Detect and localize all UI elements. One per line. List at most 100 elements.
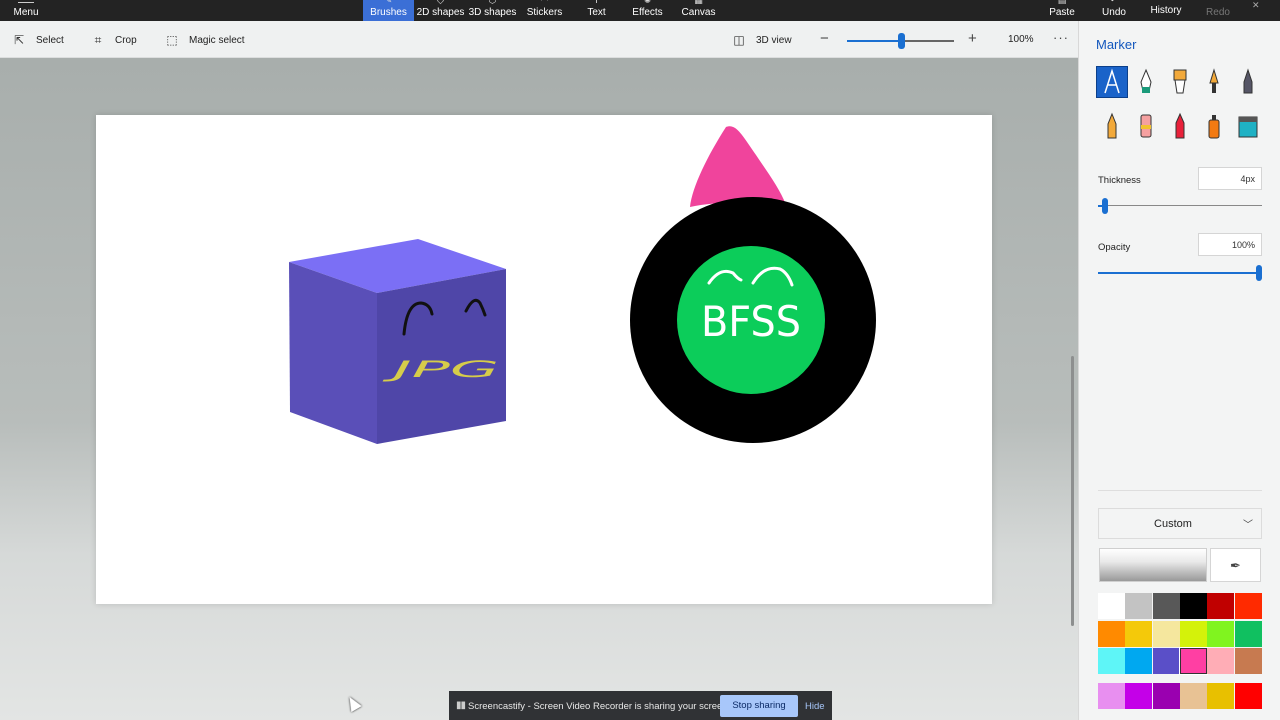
brush-marker[interactable] xyxy=(1096,66,1128,98)
color-swatch[interactable] xyxy=(1125,648,1153,674)
circle-label: BFSS xyxy=(701,297,801,346)
thickness-slider[interactable] xyxy=(1098,198,1262,214)
tab-stickers[interactable]: ◠ Stickers xyxy=(519,0,570,21)
cube-shape[interactable]: JPG xyxy=(289,239,506,444)
hide-banner-link[interactable]: Hide xyxy=(805,701,825,712)
shapes-2d-icon: ◇ xyxy=(437,0,444,5)
stop-sharing-button[interactable]: Stop sharing xyxy=(720,695,798,717)
crop-button[interactable]: ⌗ Crop xyxy=(91,32,137,48)
color-swatch[interactable] xyxy=(1152,620,1180,647)
thickness-input[interactable]: 4px xyxy=(1198,167,1262,190)
color-swatch[interactable] xyxy=(1178,647,1208,675)
thickness-label: Thickness xyxy=(1098,175,1141,186)
color-swatch[interactable] xyxy=(1152,648,1180,674)
crop-icon: ⌗ xyxy=(94,33,102,47)
canvas-artwork: JPG BFSS xyxy=(289,126,876,444)
color-swatch[interactable] xyxy=(1234,648,1262,674)
brush-crayon[interactable] xyxy=(1165,111,1195,141)
tab-2d-shapes[interactable]: ◇ 2D shapes xyxy=(415,0,466,21)
color-mode-select[interactable]: Custom ﹀ xyxy=(1098,508,1262,539)
shapes-3d-icon: ⬡ xyxy=(488,0,497,5)
color-swatch[interactable] xyxy=(1207,648,1235,674)
pixel-pen-icon xyxy=(1243,68,1253,94)
paste-button[interactable]: ▤ Paste xyxy=(1042,0,1082,21)
panel-divider xyxy=(1098,490,1262,491)
text-icon: T xyxy=(593,0,600,5)
brush-eraser[interactable] xyxy=(1131,111,1161,141)
sticker-icon: ◠ xyxy=(540,0,549,5)
eyedropper-button[interactable]: ✒ xyxy=(1210,548,1261,582)
zoom-slider-thumb[interactable] xyxy=(898,33,905,49)
undo-button[interactable]: ↶ Undo xyxy=(1094,0,1134,21)
tab-brushes[interactable]: ✎ Brushes xyxy=(363,0,414,21)
magic-select-button[interactable]: ⬚ Magic select xyxy=(165,32,244,48)
select-button[interactable]: ⇱ Select xyxy=(12,32,64,48)
canvas-icon: ▦ xyxy=(694,0,703,5)
tab-canvas[interactable]: ▦ Canvas xyxy=(673,0,724,21)
color-swatch[interactable] xyxy=(1179,593,1207,619)
history-button[interactable]: History xyxy=(1143,0,1189,21)
color-swatch[interactable] xyxy=(1125,620,1153,647)
redo-button[interactable]: Redo xyxy=(1198,0,1238,21)
color-swatch[interactable] xyxy=(1152,683,1180,709)
opacity-input[interactable]: 100% xyxy=(1198,233,1262,256)
color-swatch[interactable] xyxy=(1207,620,1235,647)
undo-icon: ↶ xyxy=(1110,0,1118,5)
thickness-slider-thumb[interactable] xyxy=(1102,198,1108,214)
current-color-preview[interactable] xyxy=(1099,548,1207,582)
opacity-slider-thumb[interactable] xyxy=(1256,265,1262,281)
zoom-in-button[interactable]: + xyxy=(968,30,977,47)
pink-hat-shape[interactable] xyxy=(690,126,786,207)
opacity-slider-fill xyxy=(1098,272,1262,274)
color-swatch[interactable] xyxy=(1234,683,1262,709)
eyedropper-icon: ✒ xyxy=(1230,558,1241,573)
color-swatch[interactable] xyxy=(1098,620,1125,647)
color-swatch[interactable] xyxy=(1098,648,1125,674)
brush-pixel-pen[interactable] xyxy=(1233,67,1263,97)
brush-watercolor[interactable] xyxy=(1199,67,1229,97)
pause-icon: ▮▮ xyxy=(456,700,466,711)
cursor-icon: ⇱ xyxy=(13,33,25,47)
brush-calligraphy[interactable] xyxy=(1131,67,1161,97)
color-swatch[interactable] xyxy=(1152,593,1180,619)
color-swatch[interactable] xyxy=(1098,683,1125,709)
menu-button[interactable]: Menu xyxy=(6,0,46,21)
zoom-slider-fill xyxy=(847,40,901,42)
color-swatch[interactable] xyxy=(1179,683,1207,709)
opacity-label: Opacity xyxy=(1098,242,1131,253)
tab-text[interactable]: T Text xyxy=(571,0,622,21)
brush-pencil[interactable] xyxy=(1097,111,1127,141)
brushes-panel: Marker Thickness 4px Opacity 100% Custom… xyxy=(1078,21,1280,720)
tab-3d-shapes[interactable]: ⬡ 3D shapes xyxy=(467,0,518,21)
color-swatch[interactable] xyxy=(1125,593,1153,619)
panel-title: Marker xyxy=(1096,37,1137,52)
spray-can-icon xyxy=(1208,115,1220,139)
color-swatch[interactable] xyxy=(1234,593,1262,619)
crayon-icon xyxy=(1175,112,1185,139)
brush-fill[interactable] xyxy=(1233,111,1263,141)
color-swatch[interactable] xyxy=(1207,683,1235,709)
zoom-slider[interactable] xyxy=(847,33,954,49)
color-swatch[interactable] xyxy=(1098,593,1125,619)
color-swatch[interactable] xyxy=(1179,620,1207,647)
pencil-icon xyxy=(1107,112,1117,139)
drawing-canvas[interactable]: JPG BFSS xyxy=(96,115,992,604)
view-3d-button[interactable]: ◫ 3D view xyxy=(732,32,791,48)
window-close-icon[interactable]: ✕ xyxy=(1252,0,1274,10)
zoom-out-button[interactable]: − xyxy=(820,30,829,47)
zoom-level[interactable]: 100% xyxy=(1008,34,1034,45)
color-swatch[interactable] xyxy=(1125,683,1153,709)
more-options-button[interactable]: ··· xyxy=(1053,30,1069,45)
brush-icon: ✎ xyxy=(384,0,393,5)
marker-icon xyxy=(1104,68,1120,94)
brush-spray[interactable] xyxy=(1199,111,1229,141)
brush-oil[interactable] xyxy=(1165,67,1195,97)
vertical-scrollbar[interactable] xyxy=(1071,356,1074,626)
calligraphy-pen-icon xyxy=(1140,68,1152,93)
color-swatch[interactable] xyxy=(1234,620,1262,647)
eraser-icon xyxy=(1140,114,1152,138)
watercolor-icon xyxy=(1209,68,1219,93)
color-swatch[interactable] xyxy=(1207,593,1235,619)
tab-effects[interactable]: ✺ Effects xyxy=(622,0,673,21)
opacity-slider[interactable] xyxy=(1098,265,1262,281)
